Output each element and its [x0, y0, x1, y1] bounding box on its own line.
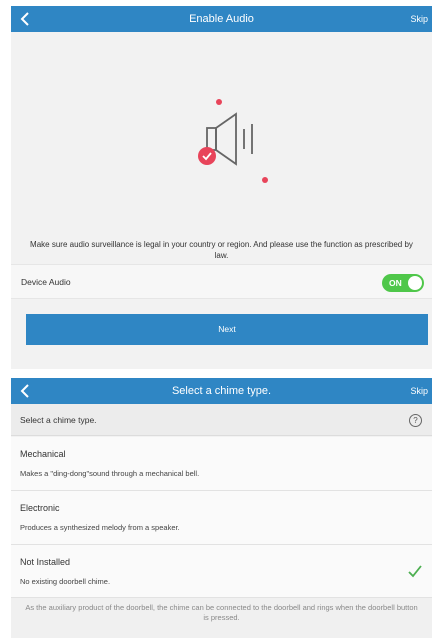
top-bar: Enable Audio Skip — [11, 6, 432, 32]
skip-button[interactable]: Skip — [410, 378, 428, 404]
checkmark-icon — [408, 563, 422, 579]
option-name: Electronic — [20, 503, 60, 513]
top-bar: Select a chime type. Skip — [11, 378, 432, 404]
option-name: Mechanical — [20, 449, 66, 459]
audio-illustration: Make sure audio surveillance is legal in… — [11, 32, 432, 264]
enable-audio-screen: Enable Audio Skip Make sure audio survei… — [11, 6, 432, 369]
option-description: Makes a "ding-dong"sound through a mecha… — [20, 469, 200, 478]
option-description: No existing doorbell chime. — [20, 577, 111, 586]
toggle-knob — [408, 276, 422, 290]
toggle-state-label: ON — [389, 278, 402, 288]
next-button[interactable]: Next — [26, 314, 428, 345]
help-icon[interactable]: ? — [409, 414, 422, 427]
device-audio-row: Device Audio ON — [11, 264, 432, 299]
device-audio-toggle[interactable]: ON — [382, 274, 424, 292]
speaker-icon — [198, 99, 268, 183]
skip-button[interactable]: Skip — [410, 6, 428, 32]
legal-notice: Make sure audio surveillance is legal in… — [30, 240, 413, 260]
option-name: Not Installed — [20, 557, 71, 567]
chime-type-screen: Select a chime type. Skip Select a chime… — [11, 378, 432, 638]
chime-option-mechanical[interactable]: Mechanical Makes a "ding-dong"sound thro… — [11, 437, 432, 491]
chime-option-electronic[interactable]: Electronic Produces a synthesized melody… — [11, 491, 432, 545]
device-audio-label: Device Audio — [21, 277, 71, 287]
page-title: Enable Audio — [189, 13, 254, 25]
page-title: Select a chime type. — [171, 385, 272, 397]
chime-option-not-installed[interactable]: Not Installed No existing doorbell chime… — [11, 545, 432, 598]
section-header-label: Select a chime type. — [20, 415, 97, 425]
option-description: Produces a synthesized melody from a spe… — [20, 523, 180, 532]
chime-footnote: As the auxiliary product of the doorbell… — [11, 598, 432, 638]
footnote-text: As the auxiliary product of the doorbell… — [25, 603, 418, 622]
section-header: Select a chime type. ? — [11, 404, 432, 436]
